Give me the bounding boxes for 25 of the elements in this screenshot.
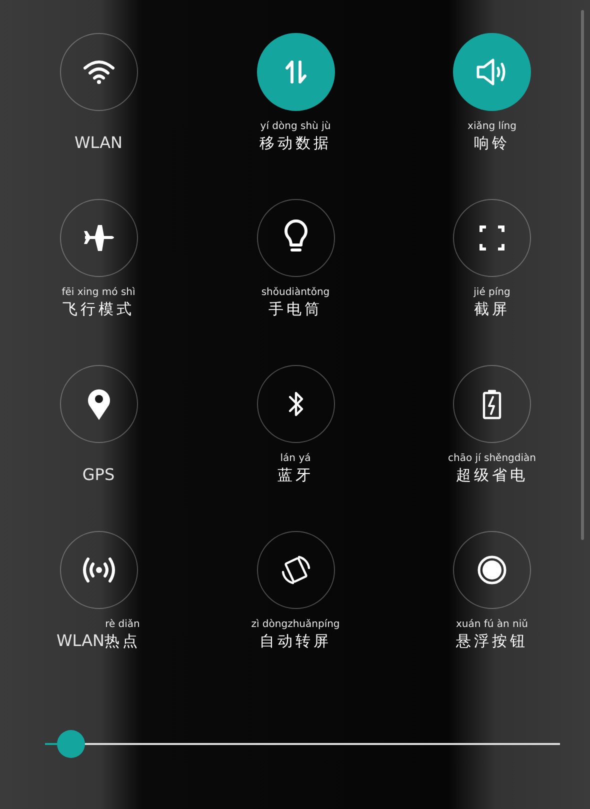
pinyin-annotation: jié píng: [474, 286, 510, 299]
tile-label: 响铃: [474, 133, 510, 153]
tile-label: 手电筒: [268, 299, 322, 319]
pinyin-annotation: xiǎng líng: [468, 120, 516, 133]
pinyin-annotation: shǒudiàntǒng: [261, 286, 330, 299]
tile-label: 自动转屏: [260, 631, 332, 651]
pinyin-annotation: lán yá: [280, 452, 311, 465]
pinyin-annotation: yí dòng shù jù: [260, 120, 331, 133]
slider-thumb[interactable]: [56, 730, 85, 758]
pinyin-annotation: rè diǎn: [105, 618, 140, 631]
pinyin-annotation: xuán fú àn niǔ: [456, 618, 528, 631]
tile-label: 蓝牙: [278, 465, 314, 485]
tile-label: 截屏: [474, 299, 510, 319]
pinyin-annotation: fēi xing mó shì: [62, 286, 136, 299]
tile-label: 悬浮按钮: [456, 631, 528, 651]
tile-label: 移动数据: [260, 133, 332, 153]
tile-label: GPS: [82, 465, 115, 485]
pinyin-annotation: zì dòngzhuǎnpíng: [251, 618, 340, 631]
tile-label: 热点: [104, 631, 140, 651]
pinyin-annotation: chāo jí shěngdiàn: [448, 452, 536, 465]
tile-label: 超级省电: [456, 465, 528, 485]
tile-label: WLAN: [74, 133, 122, 153]
brightness-slider[interactable]: [45, 730, 560, 758]
tile-label: WLAN: [56, 631, 104, 651]
tile-label: 飞行模式: [62, 299, 134, 319]
